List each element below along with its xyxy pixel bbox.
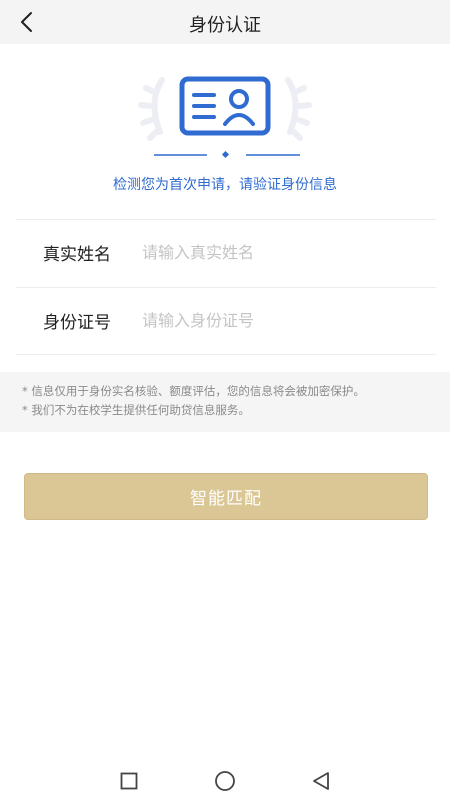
form-divider	[16, 354, 436, 355]
recent-apps-button[interactable]	[116, 768, 142, 794]
smart-match-button[interactable]: 智能匹配	[24, 473, 428, 520]
header-bar: 身份认证	[0, 0, 450, 44]
hero-illustration	[0, 62, 450, 159]
laurel-left-icon	[138, 77, 165, 141]
identity-verification-page: 身份认证 检测您为首次申请，请验证身份信息 真实姓名 请输入真实姓名 身份证号 …	[0, 0, 450, 800]
home-button[interactable]	[212, 768, 238, 794]
name-input[interactable]	[142, 234, 422, 270]
id-number-label: 身份证号	[43, 313, 111, 333]
system-back-button[interactable]	[308, 768, 334, 794]
privacy-notice: * 信息仅用于身份实名核验、额度评估，您的信息将会被加密保护。 * 我们不为在校…	[0, 372, 450, 432]
notice-line-2: * 我们不为在校学生提供任何助贷信息服务。	[22, 403, 250, 417]
page-title: 身份认证	[189, 15, 261, 36]
form-row-name: 真实姓名	[16, 219, 436, 287]
hero-message: 检测您为首次申请，请验证身份信息	[113, 177, 337, 193]
laurel-right-icon	[285, 77, 312, 141]
triangle-back-icon	[313, 772, 329, 790]
square-icon	[120, 772, 138, 790]
notice-line-1: * 信息仅用于身份实名核验、额度评估，您的信息将会被加密保护。	[22, 384, 365, 398]
form-row-id-number: 身份证号	[16, 287, 436, 355]
system-nav-bar	[0, 760, 450, 800]
id-number-input[interactable]	[142, 302, 422, 338]
hero-divider	[154, 150, 300, 159]
id-card-icon	[179, 76, 271, 136]
circle-icon	[215, 771, 235, 791]
name-label: 真实姓名	[43, 245, 111, 265]
